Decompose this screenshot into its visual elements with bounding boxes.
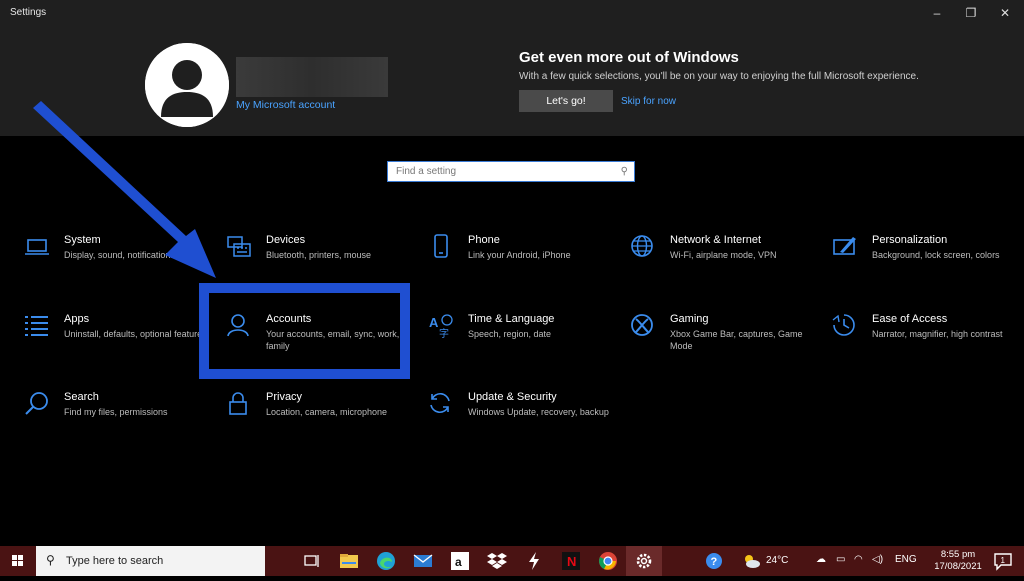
mail-icon[interactable]	[412, 550, 434, 572]
promo-title: Get even more out of Windows	[519, 49, 739, 66]
xbox-icon	[630, 313, 656, 339]
taskbar-search-box[interactable]: ⚲ Type here to search	[36, 546, 265, 576]
paint-icon	[832, 234, 858, 260]
tile-description: Location, camera, microphone	[266, 407, 388, 417]
skip-for-now-link[interactable]: Skip for now	[621, 96, 676, 107]
notification-center-icon[interactable]: 1	[992, 550, 1014, 572]
minimize-button[interactable]: –	[920, 3, 954, 23]
clock[interactable]: 8:55 pm 17/08/2021	[932, 549, 984, 573]
maximize-button[interactable]: ❐	[954, 3, 988, 23]
tile-label: Network & Internet	[670, 234, 762, 246]
tile-privacy[interactable]: Privacy Location, camera, microphone	[226, 391, 416, 451]
tile-system[interactable]: System Display, sound, notifications, po…	[24, 234, 214, 294]
tile-apps[interactable]: Apps Uninstall, defaults, optional featu…	[24, 313, 214, 373]
keyboard-icon	[226, 234, 252, 260]
time-language-icon: A字	[428, 313, 454, 340]
tile-gaming[interactable]: Gaming Xbox Game Bar, captures, Game Mod…	[630, 313, 820, 373]
tile-update-security[interactable]: Update & Security Windows Update, recove…	[428, 391, 618, 451]
svg-text:字: 字	[439, 327, 449, 339]
task-view-icon[interactable]	[301, 550, 323, 572]
ease-of-access-icon	[832, 313, 858, 339]
tile-description: Speech, region, date	[468, 329, 552, 339]
tile-label: Phone	[468, 234, 500, 246]
tile-phone[interactable]: Phone Link your Android, iPhone	[428, 234, 618, 294]
help-icon[interactable]: ?	[703, 550, 725, 572]
title-bar: Settings – ❐ ✕	[0, 0, 1024, 26]
tile-label: Search	[64, 391, 99, 403]
weather-icon[interactable]	[740, 550, 762, 572]
tile-description: Background, lock screen, colors	[872, 250, 1000, 260]
apps-list-icon	[24, 313, 50, 339]
find-setting-input[interactable]: Find a setting ⚲	[387, 161, 635, 182]
lock-icon	[226, 391, 252, 417]
svg-text:N: N	[567, 554, 576, 569]
chrome-icon[interactable]	[597, 550, 619, 572]
sync-icon	[428, 391, 454, 417]
lightning-app-icon[interactable]	[523, 550, 545, 572]
svg-text:A: A	[429, 315, 439, 330]
tile-label: Ease of Access	[872, 313, 948, 325]
tile-network-internet[interactable]: Network & Internet Wi-Fi, airplane mode,…	[630, 234, 820, 294]
weather-temperature[interactable]: 24°C	[766, 555, 788, 566]
tile-label: Gaming	[670, 313, 709, 325]
account-name-redacted	[236, 57, 388, 97]
onedrive-icon[interactable]: ☁	[816, 554, 826, 565]
search-icon: ⚲	[620, 166, 628, 177]
amazon-icon[interactable]: a	[449, 550, 471, 572]
tile-description: Display, sound, notifications, power	[64, 250, 205, 260]
windows-logo-icon	[12, 555, 23, 566]
svg-text:?: ?	[711, 556, 718, 568]
microsoft-account-link[interactable]: My Microsoft account	[236, 99, 335, 111]
start-button[interactable]	[0, 546, 36, 576]
taskbar: ⚲ Type here to search a N ? 24°C ☁ ▭ ◠ ◁…	[0, 546, 1024, 576]
tile-label: Privacy	[266, 391, 303, 403]
tile-label: Time & Language	[468, 313, 555, 325]
netflix-icon[interactable]: N	[560, 550, 582, 572]
notification-count: 1	[1001, 556, 1006, 565]
settings-gear-icon[interactable]	[633, 550, 655, 572]
tile-label: Personalization	[872, 234, 948, 246]
battery-icon[interactable]: ▭	[836, 554, 845, 565]
promo-subtitle: With a few quick selections, you'll be o…	[519, 71, 919, 82]
tile-personalization[interactable]: Personalization Background, lock screen,…	[832, 234, 1022, 294]
accounts-highlight-box	[199, 283, 410, 379]
globe-icon	[630, 234, 656, 260]
file-explorer-icon[interactable]	[338, 550, 360, 572]
tile-search[interactable]: Search Find my files, permissions	[24, 391, 214, 451]
tile-label: Devices	[266, 234, 306, 246]
laptop-icon	[24, 234, 50, 260]
tile-description: Link your Android, iPhone	[468, 250, 571, 260]
tile-description: Bluetooth, printers, mouse	[266, 250, 372, 260]
tile-description: Narrator, magnifier, high contrast	[872, 329, 1003, 339]
phone-icon	[428, 234, 454, 260]
search-icon: ⚲	[46, 553, 55, 567]
language-indicator[interactable]: ENG	[895, 554, 917, 565]
tile-description: Uninstall, defaults, optional features	[64, 329, 207, 339]
tile-label: Apps	[64, 313, 90, 325]
tile-description: Xbox Game Bar, captures, Game Mode	[670, 329, 803, 351]
taskbar-search-placeholder: Type here to search	[66, 555, 164, 567]
dropbox-icon[interactable]	[486, 550, 508, 572]
user-silhouette-icon	[145, 43, 229, 127]
avatar[interactable]	[145, 43, 229, 127]
search-placeholder: Find a setting	[396, 166, 457, 177]
edge-browser-icon[interactable]	[375, 550, 397, 572]
tile-label: System	[64, 234, 101, 246]
wifi-icon[interactable]: ◠	[854, 554, 863, 565]
tile-time-language[interactable]: A字 Time & Language Speech, region, date	[428, 313, 618, 373]
volume-icon[interactable]: ◁)	[872, 554, 883, 565]
tile-ease-of-access[interactable]: Ease of Access Narrator, magnifier, high…	[832, 313, 1022, 373]
close-button[interactable]: ✕	[988, 3, 1022, 23]
tile-description: Find my files, permissions	[64, 407, 168, 417]
tile-description: Windows Update, recovery, backup	[468, 407, 609, 417]
tile-description: Wi-Fi, airplane mode, VPN	[670, 250, 777, 260]
clock-time: 8:55 pm	[940, 549, 976, 560]
search-icon	[24, 391, 50, 417]
lets-go-button[interactable]: Let's go!	[519, 90, 613, 112]
tile-label: Update & Security	[468, 391, 557, 403]
clock-date: 17/08/2021	[934, 561, 982, 572]
window-title: Settings	[10, 7, 47, 18]
svg-text:a: a	[455, 555, 462, 569]
